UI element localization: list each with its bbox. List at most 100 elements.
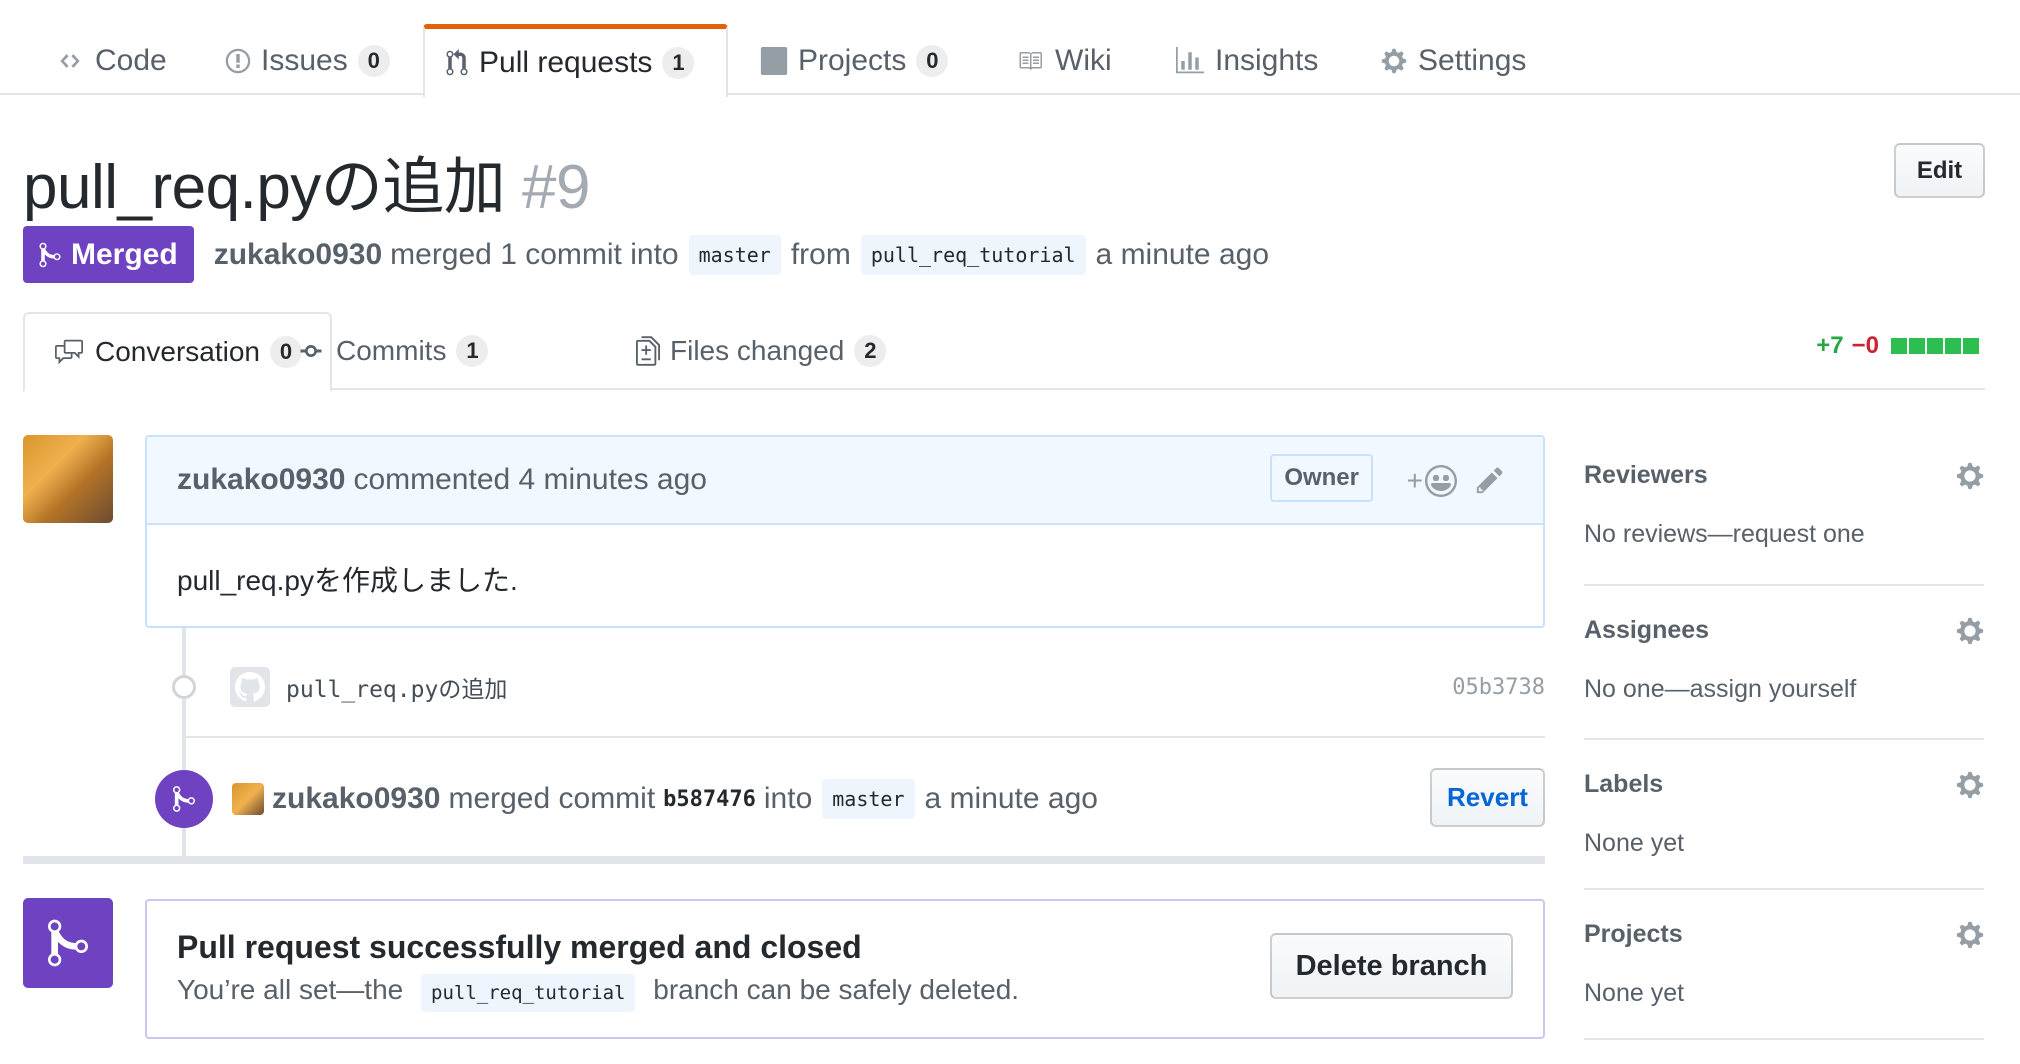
- tab-projects[interactable]: Projects 0: [740, 26, 968, 96]
- tab-projects-label: Projects: [798, 44, 907, 77]
- sidebar-item-value: None yet: [1584, 829, 1685, 857]
- reaction-plus: +: [1406, 465, 1423, 496]
- owner-badge: Owner: [1270, 454, 1373, 502]
- diffstat-block: [1909, 338, 1925, 354]
- comment-header: zukako0930 commented 4 minutes ago Owner…: [147, 437, 1543, 525]
- sidebar-item-reviewers: Reviewers No reviews—request one: [1584, 435, 1984, 586]
- pr-meta: Merged zukako0930 merged 1 commit into m…: [23, 226, 1269, 283]
- code-icon: [60, 54, 80, 68]
- timeline-end-divider: [23, 856, 1545, 864]
- merged-text: merged 1 commit into: [390, 237, 679, 271]
- merge-icon: [173, 786, 195, 812]
- diffstat-block: [1963, 338, 1979, 354]
- tab-pull-requests[interactable]: Pull requests 1: [423, 24, 728, 97]
- gear-icon: [1381, 48, 1407, 74]
- comment-body: pull_req.pyを作成しました.: [177, 565, 518, 596]
- tab-conversation-label: Conversation: [95, 336, 260, 367]
- deletable-branch: pull_req_tutorial: [421, 974, 636, 1012]
- merge-status-box: Pull request successfully merged and clo…: [145, 899, 1545, 1039]
- pull-requests-counter: 1: [662, 47, 695, 79]
- commit-message-link[interactable]: pull_req.pyの追加: [286, 670, 507, 704]
- tab-code-label: Code: [95, 44, 167, 77]
- diffstat-block: [1945, 338, 1961, 354]
- diffstat-block: [1891, 338, 1907, 354]
- head-branch[interactable]: pull_req_tutorial: [860, 234, 1086, 275]
- sidebar-item-labels: Labels None yet: [1584, 740, 1984, 890]
- tab-settings[interactable]: Settings: [1360, 26, 1546, 96]
- file-diff-icon: [636, 336, 660, 366]
- add-reaction-button[interactable]: +: [1407, 465, 1457, 497]
- diffstat-blocks: [1891, 338, 1979, 354]
- edit-button[interactable]: Edit: [1894, 143, 1985, 198]
- assignees-gear-icon[interactable]: [1956, 616, 1984, 651]
- tab-issues-label: Issues: [261, 44, 348, 77]
- avatar[interactable]: [232, 783, 264, 815]
- commit-row: pull_req.pyの追加 05b3738: [230, 663, 1545, 711]
- tab-insights[interactable]: Insights: [1155, 26, 1338, 96]
- tab-wiki[interactable]: Wiki: [995, 26, 1132, 96]
- diffstat-block: [1927, 338, 1943, 354]
- tab-commits-label: Commits: [336, 335, 447, 366]
- projects-counter: 0: [916, 45, 949, 77]
- merge-event: zukako0930 merged commit b587476 into ma…: [232, 773, 1098, 825]
- tab-wiki-label: Wiki: [1055, 44, 1112, 77]
- merge-event-text: merged commit: [448, 782, 656, 815]
- avatar[interactable]: [23, 435, 113, 523]
- revert-button[interactable]: Revert: [1430, 768, 1545, 827]
- tab-settings-label: Settings: [1418, 44, 1527, 77]
- merge-event-time: a minute ago: [924, 782, 1098, 815]
- sidebar-item-title: Labels: [1584, 770, 1664, 798]
- sidebar-item-assignees: Assignees No one—assign yourself: [1584, 586, 1984, 740]
- diffstat-deletions: −0: [1851, 332, 1879, 359]
- status-badge-label: Merged: [71, 237, 178, 271]
- sidebar-item-title: Projects: [1584, 920, 1683, 948]
- merge-icon: [39, 242, 61, 267]
- diffstat: +7 −0: [1816, 332, 1979, 360]
- edit-comment-button[interactable]: [1475, 465, 1505, 503]
- pull-request-icon: [446, 49, 468, 76]
- base-branch[interactable]: master: [688, 234, 781, 275]
- book-icon: [1019, 52, 1042, 70]
- merge-into-text: into: [763, 782, 813, 815]
- merge-status-text-before: You’re all set—the: [177, 974, 404, 1005]
- sidebar-item-value[interactable]: No one—assign yourself: [1584, 675, 1984, 704]
- merge-author-link[interactable]: zukako0930: [272, 782, 440, 816]
- sidebar-item-value[interactable]: No reviews—request one: [1584, 520, 1984, 549]
- merge-event-badge: [155, 770, 213, 828]
- files-changed-counter: 2: [854, 335, 887, 367]
- comment: zukako0930 commented 4 minutes ago Owner…: [145, 435, 1545, 628]
- tab-commits[interactable]: Commits 1: [268, 312, 516, 390]
- commit-sha-link[interactable]: 05b3738: [1452, 675, 1545, 700]
- merge-target-branch[interactable]: master: [822, 779, 915, 819]
- tab-code[interactable]: Code: [35, 26, 187, 96]
- project-icon: [760, 47, 788, 75]
- commits-counter: 1: [456, 335, 489, 367]
- tab-issues[interactable]: Issues 0: [205, 26, 410, 96]
- octocat-icon: [230, 667, 270, 707]
- divider: [186, 736, 1545, 738]
- comment-action: commented 4 minutes ago: [353, 463, 707, 496]
- merge-icon: [48, 919, 88, 967]
- tab-files-changed[interactable]: Files changed 2: [608, 312, 914, 390]
- delete-branch-button[interactable]: Delete branch: [1270, 933, 1513, 999]
- tab-insights-label: Insights: [1215, 44, 1319, 77]
- repo-nav: Code Issues 0 Pull requests 1 Projects 0…: [0, 0, 2020, 97]
- sidebar-item-title: Reviewers: [1584, 461, 1708, 489]
- merge-commit-sha-link[interactable]: b587476: [663, 787, 756, 812]
- commit-icon: [300, 345, 322, 357]
- sidebar-item-title: Assignees: [1584, 616, 1710, 644]
- status-badge: Merged: [23, 226, 194, 283]
- labels-gear-icon[interactable]: [1956, 770, 1984, 805]
- comment-author-link[interactable]: zukako0930: [177, 463, 345, 497]
- from-text: from: [790, 237, 851, 271]
- page-title: pull_req.pyの追加 #9: [23, 136, 591, 226]
- diffstat-additions: +7: [1816, 332, 1844, 359]
- smiley-icon: [1425, 465, 1457, 497]
- tab-files-changed-label: Files changed: [670, 335, 845, 366]
- pr-number: #9: [522, 153, 591, 222]
- issues-counter: 0: [357, 45, 390, 77]
- merge-status-icon: [23, 898, 113, 988]
- pr-author-link[interactable]: zukako0930: [214, 238, 382, 272]
- reviewers-gear-icon[interactable]: [1956, 461, 1984, 496]
- projects-gear-icon[interactable]: [1956, 920, 1984, 955]
